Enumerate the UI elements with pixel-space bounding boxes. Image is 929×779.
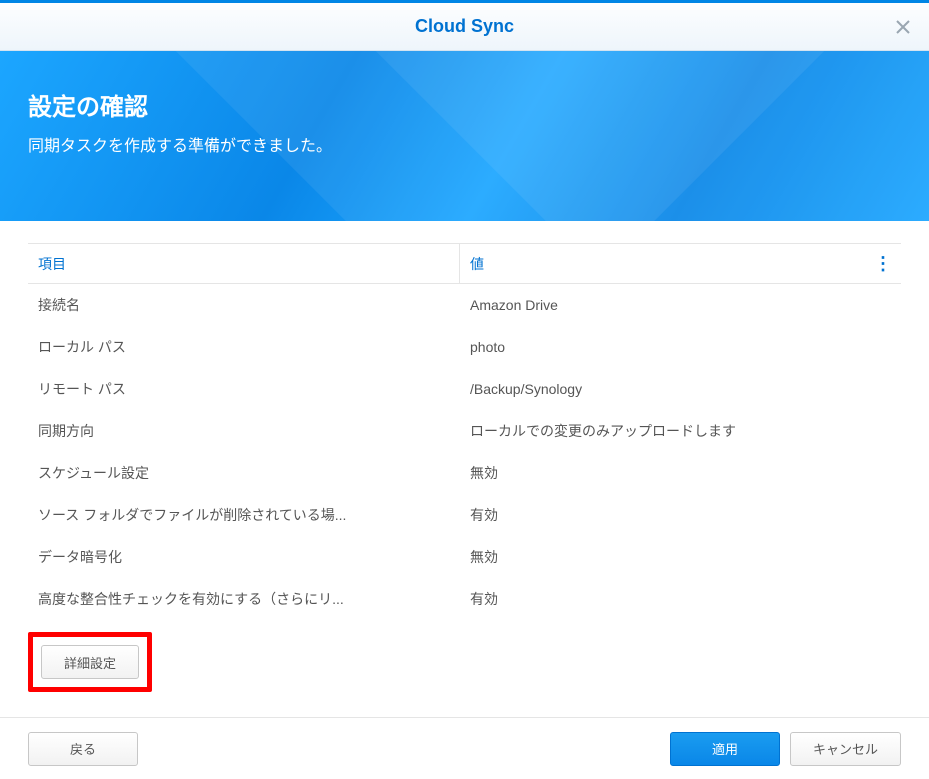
- row-value: 有効: [460, 589, 901, 609]
- close-icon: [895, 19, 911, 35]
- table-row: 同期方向 ローカルでの変更のみアップロードします: [28, 410, 901, 452]
- advanced-settings-button[interactable]: 詳細設定: [41, 645, 139, 679]
- advanced-button-highlight: 詳細設定: [28, 632, 152, 692]
- row-item: データ暗号化: [28, 547, 460, 567]
- row-item: 接続名: [28, 295, 460, 315]
- row-value: photo: [460, 339, 901, 355]
- footer-right: 適用 キャンセル: [670, 732, 901, 766]
- row-value: 無効: [460, 463, 901, 483]
- wizard-banner: 設定の確認 同期タスクを作成する準備ができました。: [0, 51, 929, 221]
- row-value: /Backup/Synology: [460, 381, 901, 397]
- apply-button[interactable]: 適用: [670, 732, 780, 766]
- back-button[interactable]: 戻る: [28, 732, 138, 766]
- content-area: 項目 値 ⋮ 接続名 Amazon Drive ローカル パス photo リモ…: [0, 221, 929, 717]
- table-row: 接続名 Amazon Drive: [28, 284, 901, 326]
- more-vertical-icon: ⋮: [874, 253, 892, 273]
- table-row: ローカル パス photo: [28, 326, 901, 368]
- cloud-sync-dialog: Cloud Sync 設定の確認 同期タスクを作成する準備ができました。 項目 …: [0, 0, 929, 779]
- table-row: データ暗号化 無効: [28, 536, 901, 578]
- row-value: 有効: [460, 505, 901, 525]
- row-value: 無効: [460, 547, 901, 567]
- row-item: スケジュール設定: [28, 463, 460, 483]
- banner-subtitle: 同期タスクを作成する準備ができました。: [28, 132, 901, 156]
- table-row: ソース フォルダでファイルが削除されている場... 有効: [28, 494, 901, 536]
- table-options-button[interactable]: ⋮: [873, 253, 893, 274]
- table-row: 高度な整合性チェックを有効にする（さらにリ... 有効: [28, 578, 901, 620]
- table-header: 項目 値 ⋮: [28, 244, 901, 284]
- row-item: ローカル パス: [28, 337, 460, 357]
- settings-table: 項目 値 ⋮ 接続名 Amazon Drive ローカル パス photo リモ…: [28, 243, 901, 620]
- row-item: 同期方向: [28, 421, 460, 441]
- table-row: スケジュール設定 無効: [28, 452, 901, 494]
- title-bar: Cloud Sync: [0, 3, 929, 51]
- row-item: リモート パス: [28, 379, 460, 399]
- row-item: ソース フォルダでファイルが削除されている場...: [28, 505, 460, 525]
- app-title: Cloud Sync: [415, 16, 514, 37]
- row-value: Amazon Drive: [460, 297, 901, 313]
- dialog-footer: 戻る 適用 キャンセル: [0, 717, 929, 779]
- banner-title: 設定の確認: [28, 87, 901, 122]
- column-header-item[interactable]: 項目: [28, 244, 460, 283]
- close-button[interactable]: [893, 17, 913, 37]
- footer-left: 戻る: [28, 732, 138, 766]
- cancel-button[interactable]: キャンセル: [790, 732, 901, 766]
- row-item: 高度な整合性チェックを有効にする（さらにリ...: [28, 589, 460, 609]
- column-header-value[interactable]: 値: [460, 244, 901, 283]
- table-row: リモート パス /Backup/Synology: [28, 368, 901, 410]
- row-value: ローカルでの変更のみアップロードします: [460, 421, 901, 441]
